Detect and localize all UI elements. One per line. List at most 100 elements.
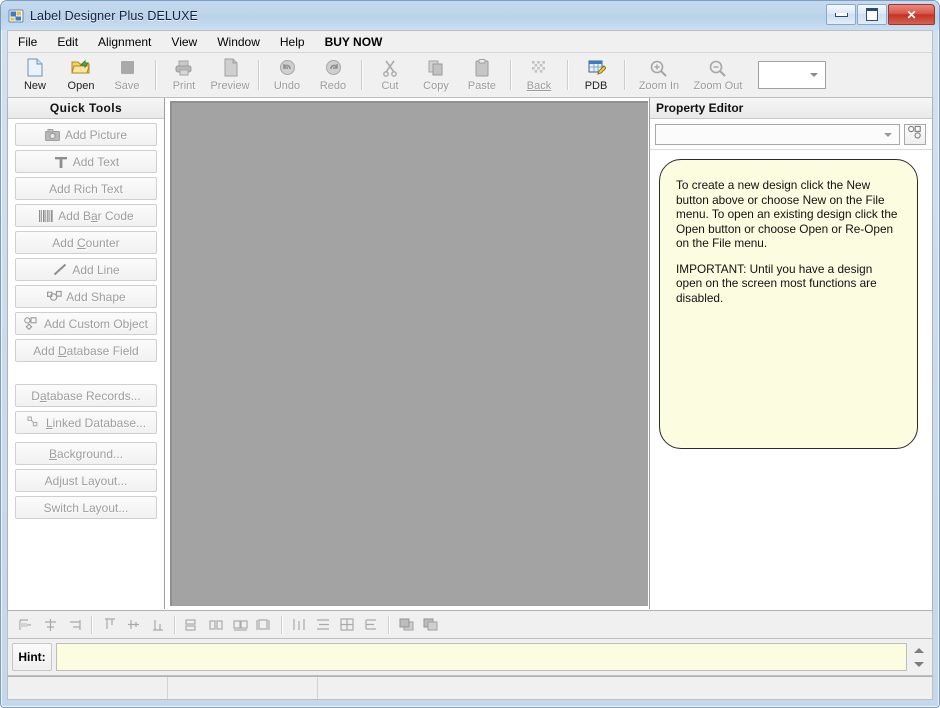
toolbar-button-open[interactable]: Open — [58, 55, 104, 96]
toolbar-label-copy: Copy — [423, 79, 449, 92]
send-to-back-icon[interactable] — [418, 614, 442, 636]
printer-icon — [174, 58, 194, 78]
scissors-icon — [382, 58, 398, 78]
quick-tools-panel: Quick Tools Add Picture Add Text Add Ric… — [8, 98, 165, 609]
copy-pages-icon — [427, 58, 445, 78]
toolbar-label-pdb: PDB — [584, 79, 608, 92]
diagonal-line-icon — [52, 263, 68, 277]
sidebar-item-add-text[interactable]: Add Text — [15, 150, 157, 173]
sidebar-item-add-rich-text[interactable]: Add Rich Text — [15, 177, 157, 200]
toolbar-button-undo[interactable]: Undo — [264, 55, 310, 96]
toolbar-label-save: Save — [114, 79, 140, 92]
close-icon: ✕ — [906, 7, 917, 22]
sidebar-item-add-shape[interactable]: Add Shape — [15, 285, 157, 308]
space-vertical-icon[interactable] — [311, 614, 335, 636]
sidebar-item-add-custom-object[interactable]: Add Custom Object — [15, 312, 157, 335]
toolbar-button-cut[interactable]: Cut — [367, 55, 413, 96]
label-designer-icon — [8, 8, 24, 24]
toolbar-button-print[interactable]: Print — [161, 55, 207, 96]
sidebar-item-database-records[interactable]: Database Records... — [15, 384, 157, 407]
spinner-down-arrow-icon[interactable] — [914, 661, 924, 667]
space-horizontal-icon[interactable] — [287, 614, 311, 636]
bring-to-front-icon[interactable] — [394, 614, 418, 636]
sidebar-label-add-database-field: Add Database Field — [33, 343, 139, 358]
toolbar-label-cut: Cut — [381, 79, 399, 92]
align-middle-vertical-icon[interactable] — [121, 614, 145, 636]
sidebar-item-adjust-layout[interactable]: Adjust Layout... — [15, 469, 157, 492]
sidebar-item-add-bar-code[interactable]: Add Bar Code — [15, 204, 157, 227]
menu-item-file[interactable]: File — [9, 32, 46, 52]
toolbar-button-zoom-out[interactable]: Zoom Out — [688, 55, 748, 96]
menu-item-alignment[interactable]: Alignment — [89, 32, 160, 52]
toolbar-button-new[interactable]: New — [12, 55, 58, 96]
toolbar-separator — [624, 60, 625, 90]
toolbar-separator — [567, 60, 568, 90]
sidebar-item-add-counter[interactable]: Add Counter — [15, 231, 157, 254]
zoom-level-combobox[interactable] — [758, 61, 826, 89]
align-center-horizontal-icon[interactable] — [38, 614, 62, 636]
toolbar-separator — [155, 60, 156, 90]
minimize-button[interactable] — [826, 4, 856, 25]
sidebar-item-add-line[interactable]: Add Line — [15, 258, 157, 281]
maximize-button[interactable] — [857, 4, 887, 25]
menu-bar: File Edit Alignment View Window Help BUY… — [7, 30, 933, 53]
sidebar-label-switch-layout: Switch Layout... — [43, 500, 129, 515]
sidebar-label-add-bar-code: Add Bar Code — [58, 208, 134, 223]
same-size-icon[interactable] — [228, 614, 252, 636]
spinner-up-arrow-icon[interactable] — [914, 647, 924, 653]
chevron-down-icon — [810, 73, 818, 77]
align-bottom-icon[interactable] — [145, 614, 169, 636]
sidebar-item-switch-layout[interactable]: Switch Layout... — [15, 496, 157, 519]
toolbar-button-preview[interactable]: Preview — [207, 55, 253, 96]
maximize-icon — [866, 8, 878, 21]
toolbar-button-copy[interactable]: Copy — [413, 55, 459, 96]
sidebar-label-add-counter: Add Counter — [52, 235, 120, 250]
align-left-icon[interactable] — [14, 614, 38, 636]
align-to-grid-icon[interactable] — [359, 614, 383, 636]
shapes-icon — [46, 290, 62, 304]
align-separator — [174, 615, 175, 634]
align-right-icon[interactable] — [62, 614, 86, 636]
hint-field[interactable] — [56, 643, 907, 671]
spinner-updown-icon[interactable] — [910, 643, 928, 671]
close-button[interactable]: ✕ — [888, 4, 935, 25]
linked-database-icon — [26, 416, 42, 430]
select-objects-icon — [907, 125, 923, 144]
toolbar-button-pdb[interactable]: PDB — [573, 55, 619, 96]
align-separator — [91, 615, 92, 634]
sidebar-label-database-records: Database Records... — [31, 388, 141, 403]
object-selector-combobox[interactable] — [655, 124, 900, 145]
toolbar-button-zoom-in[interactable]: Zoom In — [630, 55, 688, 96]
mdi-client-area[interactable] — [170, 101, 648, 606]
toolbar-button-paste[interactable]: Paste — [459, 55, 505, 96]
toolbar-button-back[interactable]: Back — [516, 55, 562, 96]
size-to-grid-icon[interactable] — [252, 614, 276, 636]
toolbar-separator — [361, 60, 362, 90]
sidebar-item-linked-database[interactable]: Linked Database... — [15, 411, 157, 434]
chevron-down-icon — [884, 132, 892, 137]
property-editor-divider — [650, 149, 932, 150]
title-bar: Label Designer Plus DELUXE ✕ — [1, 1, 939, 30]
hint-bar: Hint: — [7, 639, 933, 676]
clipboard-icon — [474, 58, 490, 78]
center-in-label-icon[interactable] — [335, 614, 359, 636]
toolbar-button-redo[interactable]: Redo — [310, 55, 356, 96]
undo-arrow-icon — [279, 58, 296, 78]
menu-item-window[interactable]: Window — [208, 32, 269, 52]
sidebar-item-add-picture[interactable]: Add Picture — [15, 123, 157, 146]
sidebar-item-background[interactable]: Background... — [15, 442, 157, 465]
toolbar-separator — [258, 60, 259, 90]
align-top-icon[interactable] — [97, 614, 121, 636]
menu-item-buy-now[interactable]: BUY NOW — [316, 32, 392, 52]
same-height-icon[interactable] — [204, 614, 228, 636]
sidebar-item-add-database-field[interactable]: Add Database Field — [15, 339, 157, 362]
same-width-icon[interactable] — [180, 614, 204, 636]
sidebar-label-add-shape: Add Shape — [66, 289, 126, 304]
menu-item-help[interactable]: Help — [271, 32, 314, 52]
hint-label: Hint: — [12, 643, 52, 671]
toolbar-label-zoom-out: Zoom Out — [693, 79, 743, 92]
select-objects-button[interactable] — [904, 124, 926, 145]
toolbar-button-save[interactable]: Save — [104, 55, 150, 96]
menu-item-edit[interactable]: Edit — [48, 32, 87, 52]
menu-item-view[interactable]: View — [162, 32, 206, 52]
